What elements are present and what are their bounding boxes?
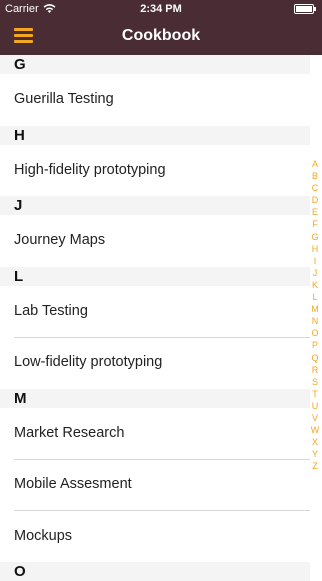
index-letter-o[interactable]: O <box>311 327 318 339</box>
status-bar: Carrier 2:34 PM <box>0 0 322 18</box>
index-letter-l[interactable]: L <box>312 291 317 303</box>
index-letter-b[interactable]: B <box>312 170 318 182</box>
index-letter-t[interactable]: T <box>312 388 318 400</box>
list-item[interactable]: Journey Maps <box>0 215 310 267</box>
list-item[interactable]: Mockups <box>0 511 310 563</box>
index-letter-p[interactable]: P <box>312 339 318 351</box>
index-letter-j[interactable]: J <box>313 267 318 279</box>
section-header-g: G <box>0 55 310 74</box>
list-item[interactable]: Market Research <box>0 408 310 460</box>
index-letter-i[interactable]: I <box>314 255 317 267</box>
list-item[interactable]: Guerilla Testing <box>0 74 310 126</box>
section-header-h: H <box>0 125 310 145</box>
index-letter-k[interactable]: K <box>312 279 318 291</box>
battery-icon <box>294 4 316 14</box>
index-letter-f[interactable]: F <box>312 218 318 230</box>
list-item[interactable]: Mobile Assesment <box>0 459 310 511</box>
index-letter-g[interactable]: G <box>311 231 318 243</box>
nav-bar: Cookbook <box>0 18 322 55</box>
section-header-l: L <box>0 266 310 286</box>
index-letter-w[interactable]: W <box>311 424 320 436</box>
section-index[interactable]: ABCDEFGHIJKLMNOPQRSTUVWXYZ <box>308 158 322 472</box>
index-letter-d[interactable]: D <box>312 194 319 206</box>
index-letter-z[interactable]: Z <box>312 460 318 472</box>
page-title: Cookbook <box>121 27 201 44</box>
list-item[interactable]: High-fidelity prototyping <box>0 145 310 197</box>
status-time: 2:34 PM <box>140 3 182 15</box>
index-letter-a[interactable]: A <box>312 158 318 170</box>
index-letter-r[interactable]: R <box>312 364 319 376</box>
index-letter-h[interactable]: H <box>312 243 319 255</box>
index-letter-m[interactable]: M <box>311 303 319 315</box>
index-letter-x[interactable]: X <box>312 436 318 448</box>
index-letter-q[interactable]: Q <box>311 352 318 364</box>
list-item[interactable]: Lab Testing <box>0 286 310 338</box>
section-header-m: M <box>0 388 310 408</box>
index-letter-s[interactable]: S <box>312 376 318 388</box>
index-letter-c[interactable]: C <box>312 182 319 194</box>
index-letter-n[interactable]: N <box>312 315 319 327</box>
section-header-j: J <box>0 196 310 215</box>
list-item[interactable]: Low-fidelity prototyping <box>0 337 310 389</box>
index-letter-v[interactable]: V <box>312 412 318 424</box>
index-letter-u[interactable]: U <box>312 400 319 412</box>
index-letter-e[interactable]: E <box>312 206 318 218</box>
index-letter-y[interactable]: Y <box>312 448 318 460</box>
